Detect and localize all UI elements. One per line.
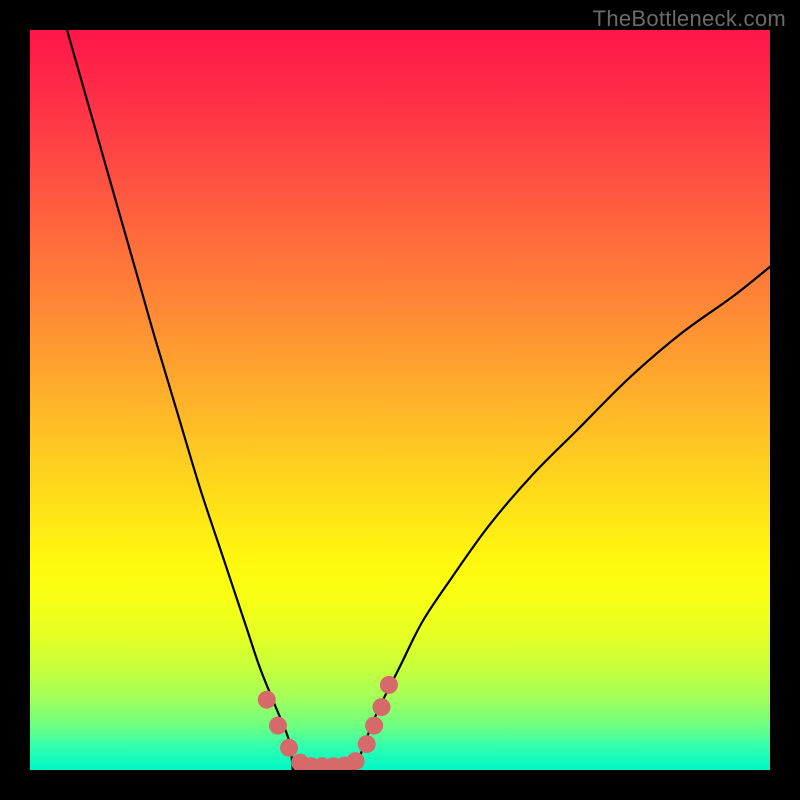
highlight-dot <box>280 739 298 757</box>
highlight-dot <box>380 676 398 694</box>
watermark-text: TheBottleneck.com <box>593 6 786 32</box>
highlight-dot <box>365 717 383 735</box>
curve-right-branch <box>356 267 770 770</box>
curve-layer <box>30 30 770 770</box>
highlight-dots <box>258 676 398 770</box>
highlight-dot <box>347 752 365 770</box>
highlight-dot <box>269 717 287 735</box>
highlight-dot <box>373 698 391 716</box>
curve-left-branch <box>67 30 293 770</box>
plot-area <box>30 30 770 770</box>
highlight-dot <box>258 691 276 709</box>
chart-stage: TheBottleneck.com <box>0 0 800 800</box>
highlight-dot <box>358 735 376 753</box>
